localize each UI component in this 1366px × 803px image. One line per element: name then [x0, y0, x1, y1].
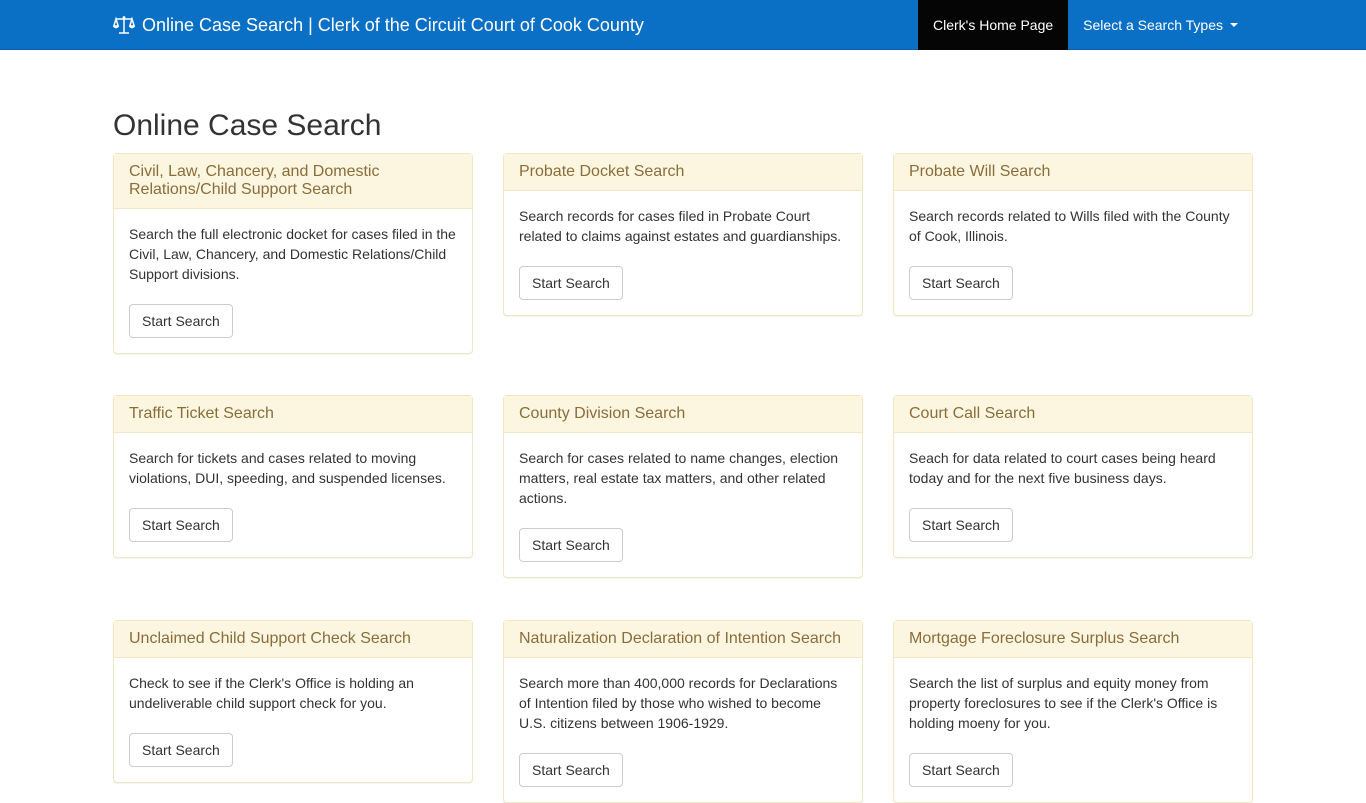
card-county-division-search: County Division Search Search for cases … [503, 395, 863, 578]
card-traffic-ticket-search: Traffic Ticket Search Search for tickets… [113, 395, 473, 558]
card-heading: Traffic Ticket Search [114, 396, 472, 433]
card-description: Seach for data related to court cases be… [909, 450, 1216, 486]
card-civil-search: Civil, Law, Chancery, and Domestic Relat… [113, 153, 473, 354]
start-search-button[interactable]: Start Search [129, 508, 233, 542]
start-search-button[interactable]: Start Search [909, 266, 1013, 300]
start-search-button[interactable]: Start Search [519, 266, 623, 300]
card-body: Check to see if the Clerk's Office is ho… [114, 658, 472, 782]
card-description: Search records for cases filed in Probat… [519, 208, 842, 244]
search-types-label: Select a Search Types [1083, 17, 1223, 33]
clerks-home-link[interactable]: Clerk's Home Page [918, 0, 1069, 50]
card-heading: Mortgage Foreclosure Surplus Search [894, 621, 1252, 658]
card-body: Search for tickets and cases related to … [114, 433, 472, 557]
card-description: Search for cases related to name changes… [519, 450, 839, 506]
card-description: Search for tickets and cases related to … [129, 450, 446, 486]
card-body: Seach for data related to court cases be… [894, 433, 1252, 557]
card-body: Search the full electronic docket for ca… [114, 209, 472, 353]
card-description: Search the full electronic docket for ca… [129, 226, 456, 282]
card-probate-will-search: Probate Will Search Search records relat… [893, 153, 1253, 316]
card-heading: Unclaimed Child Support Check Search [114, 621, 472, 658]
page-title: Online Case Search [113, 109, 382, 142]
card-heading: Court Call Search [894, 396, 1252, 433]
card-description: Search the list of surplus and equity mo… [909, 675, 1218, 731]
card-body: Search records for cases filed in Probat… [504, 191, 862, 315]
start-search-button[interactable]: Start Search [909, 508, 1013, 542]
card-unclaimed-child-support-search: Unclaimed Child Support Check Search Che… [113, 620, 473, 783]
card-mortgage-foreclosure-search: Mortgage Foreclosure Surplus Search Sear… [893, 620, 1253, 803]
card-probate-docket-search: Probate Docket Search Search records for… [503, 153, 863, 316]
card-description: Check to see if the Clerk's Office is ho… [129, 675, 414, 711]
card-heading: Probate Will Search [894, 154, 1252, 191]
card-court-call-search: Court Call Search Seach for data related… [893, 395, 1253, 558]
card-naturalization-search: Naturalization Declaration of Intention … [503, 620, 863, 803]
caret-down-icon [1230, 23, 1238, 27]
start-search-button[interactable]: Start Search [519, 753, 623, 787]
card-body: Search for cases related to name changes… [504, 433, 862, 577]
start-search-button[interactable]: Start Search [129, 733, 233, 767]
card-heading: Probate Docket Search [504, 154, 862, 191]
start-search-button[interactable]: Start Search [129, 304, 233, 338]
card-body: Search the list of surplus and equity mo… [894, 658, 1252, 802]
start-search-button[interactable]: Start Search [909, 753, 1013, 787]
search-types-dropdown[interactable]: Select a Search Types [1068, 0, 1253, 50]
card-heading: Naturalization Declaration of Intention … [504, 621, 862, 658]
card-heading: Civil, Law, Chancery, and Domestic Relat… [114, 154, 472, 209]
start-search-button[interactable]: Start Search [519, 528, 623, 562]
card-body: Search more than 400,000 records for Dec… [504, 658, 862, 802]
top-navbar: Online Case Search | Clerk of the Circui… [0, 0, 1366, 50]
brand-link[interactable]: Online Case Search | Clerk of the Circui… [113, 0, 644, 50]
card-body: Search records related to Wills filed wi… [894, 191, 1252, 315]
card-description: Search records related to Wills filed wi… [909, 208, 1230, 244]
card-description: Search more than 400,000 records for Dec… [519, 675, 838, 731]
navbar-right: Clerk's Home Page Select a Search Types [918, 0, 1253, 50]
brand-text: Online Case Search | Clerk of the Circui… [142, 14, 644, 35]
card-heading: County Division Search [504, 396, 862, 433]
balance-scale-icon [113, 16, 135, 34]
